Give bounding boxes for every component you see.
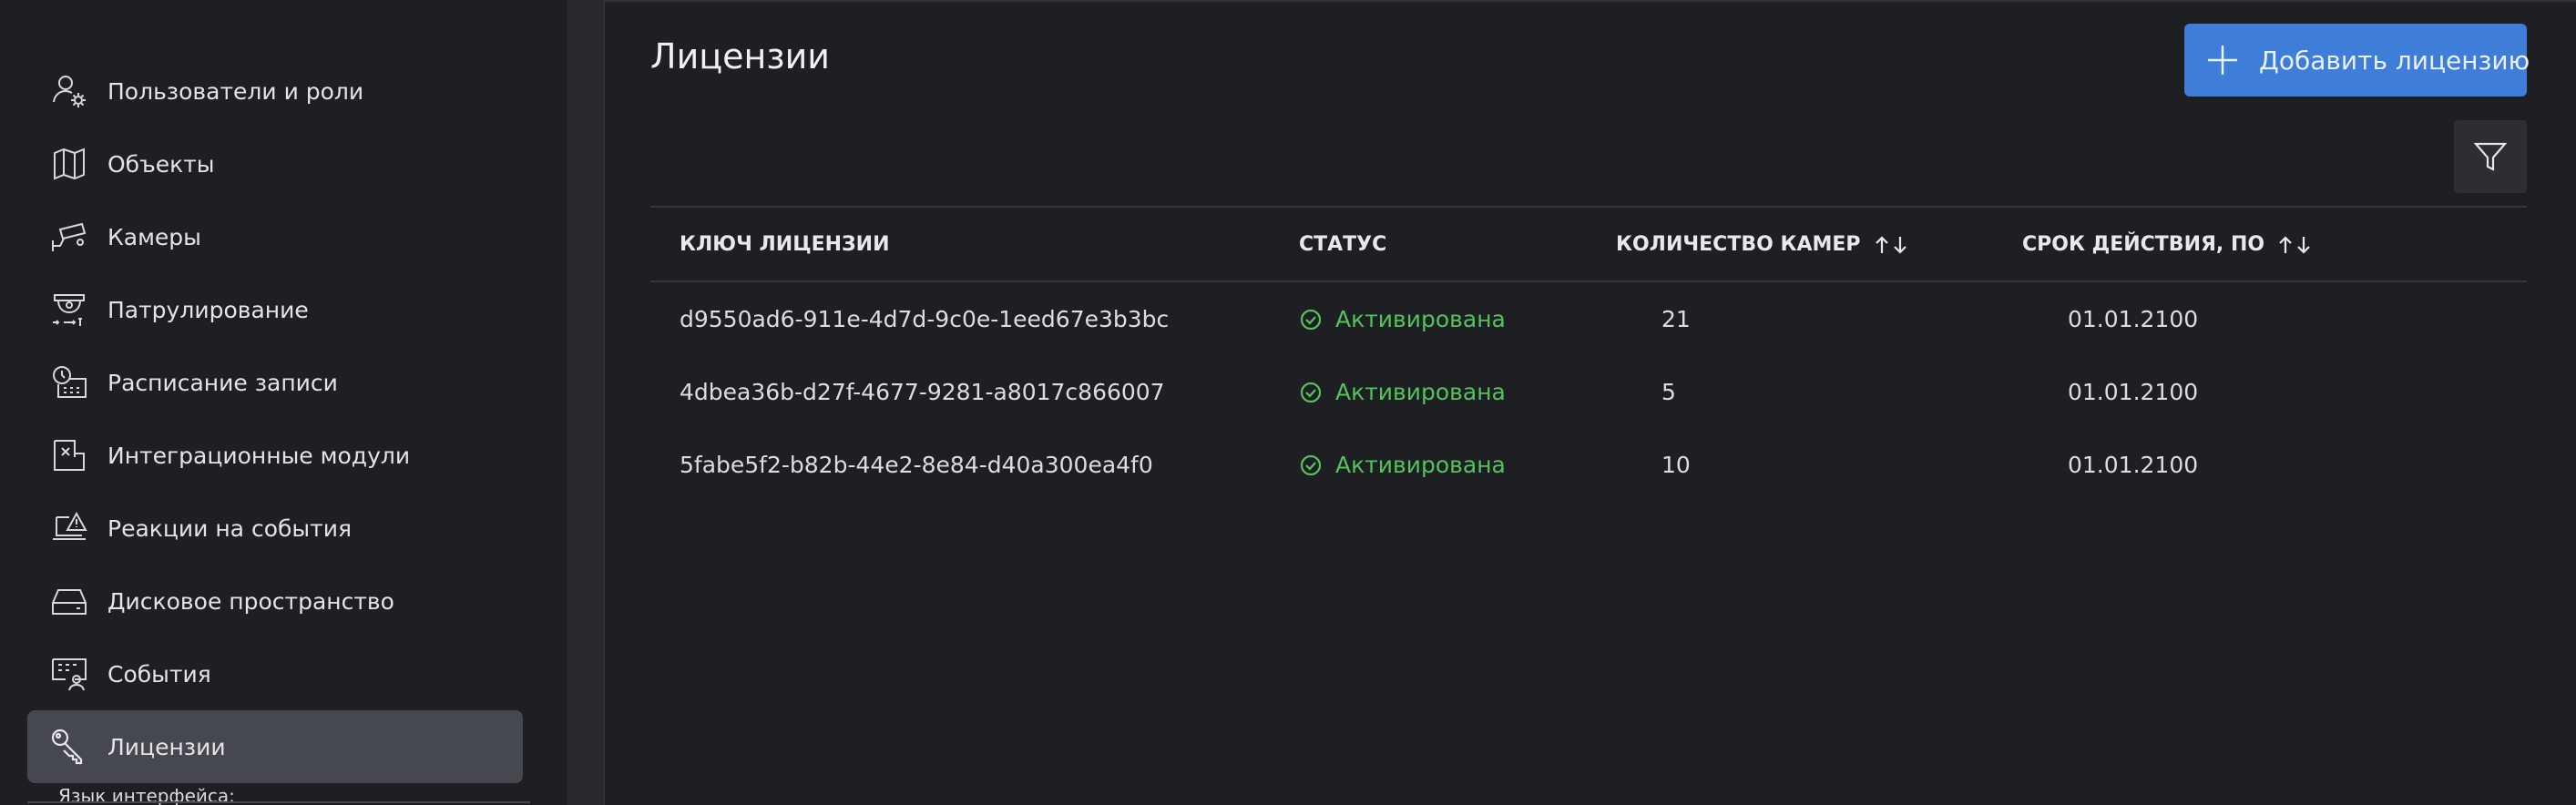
column-header-expires[interactable]: СРОК ДЕЙСТВИЯ, ПО xyxy=(2022,233,2312,256)
sidebar-item-label: Интеграционные модули xyxy=(107,442,411,469)
license-key-cell: 5fabe5f2-b82b-44e2-8e84-d40a300ea4f0 xyxy=(680,452,1153,478)
table-row[interactable]: d9550ad6-911e-4d7d-9c0e-1eed67e3b3bc Акт… xyxy=(650,284,2527,357)
language-select-border[interactable] xyxy=(27,801,530,803)
sidebar-item-label: События xyxy=(107,660,211,688)
column-header-status: СТАТУС xyxy=(1299,233,1386,256)
table-top-divider xyxy=(650,206,2527,208)
sidebar-item-label: Лицензии xyxy=(107,733,226,760)
sidebar-item-licenses[interactable]: Лицензии xyxy=(27,710,523,783)
sidebar: Пользователи и роли Объекты Камеры Патру… xyxy=(0,0,567,805)
check-circle-icon xyxy=(1300,309,1322,330)
filter-button[interactable] xyxy=(2454,120,2527,193)
camera-count-cell: 10 xyxy=(1661,452,1691,478)
status-cell: Активирована xyxy=(1299,452,1506,478)
disk-icon xyxy=(49,581,89,621)
table-header-divider xyxy=(650,280,2527,282)
column-header-label: СРОК ДЕЙСТВИЯ, ПО xyxy=(2022,233,2265,256)
check-circle-icon xyxy=(1300,454,1322,475)
status-cell: Активирована xyxy=(1299,306,1506,332)
sidebar-item-patrol[interactable]: Патрулирование xyxy=(27,273,523,346)
main-panel: Лицензии Добавить лицензию КЛЮЧ ЛИЦЕНЗИИ… xyxy=(603,0,2576,805)
camera-icon xyxy=(49,217,89,257)
status-text: Активирована xyxy=(1335,452,1506,478)
sidebar-item-label: Камеры xyxy=(107,223,201,250)
check-circle-icon xyxy=(1300,382,1322,402)
table-row[interactable]: 4dbea36b-d27f-4677-9281-a8017c866007 Акт… xyxy=(650,357,2527,430)
sidebar-item-objects[interactable]: Объекты xyxy=(27,127,523,200)
sort-arrows-icon[interactable] xyxy=(1874,235,1908,255)
sidebar-item-event-reactions[interactable]: Реакции на события xyxy=(27,492,523,565)
sidebar-item-events[interactable]: События xyxy=(27,637,523,710)
plus-icon xyxy=(2204,42,2241,78)
column-header-key: КЛЮЧ ЛИЦЕНЗИИ xyxy=(680,233,890,256)
events-icon xyxy=(49,654,89,694)
users-roles-icon xyxy=(49,71,89,111)
expires-cell: 01.01.2100 xyxy=(2068,452,2199,478)
column-header-label: КОЛИЧЕСТВО КАМЕР xyxy=(1616,233,1861,256)
schedule-icon xyxy=(49,362,89,402)
sidebar-gutter xyxy=(567,0,603,805)
add-license-button[interactable]: Добавить лицензию xyxy=(2184,24,2530,97)
sort-arrows-icon[interactable] xyxy=(2277,235,2312,255)
key-icon xyxy=(49,727,89,767)
sidebar-item-label: Расписание записи xyxy=(107,369,338,396)
expires-cell: 01.01.2100 xyxy=(2068,379,2199,405)
sidebar-item-label: Патрулирование xyxy=(107,296,309,323)
sidebar-item-cameras[interactable]: Камеры xyxy=(27,200,523,273)
sidebar-item-label: Реакции на события xyxy=(107,515,352,542)
table-row[interactable]: 5fabe5f2-b82b-44e2-8e84-d40a300ea4f0 Акт… xyxy=(650,430,2527,503)
camera-count-cell: 21 xyxy=(1661,306,1691,332)
event-reaction-icon xyxy=(49,508,89,548)
patrol-icon xyxy=(49,290,89,330)
integration-icon xyxy=(49,435,89,475)
status-text: Активирована xyxy=(1335,379,1506,405)
expires-cell: 01.01.2100 xyxy=(2068,306,2199,332)
column-header-label: КЛЮЧ ЛИЦЕНЗИИ xyxy=(680,233,890,256)
app-root: Пользователи и роли Объекты Камеры Патру… xyxy=(0,0,2576,805)
sidebar-item-integration-modules[interactable]: Интеграционные модули xyxy=(27,419,523,492)
status-cell: Активирована xyxy=(1299,379,1506,405)
sidebar-item-label: Пользователи и роли xyxy=(107,77,364,105)
license-key-cell: d9550ad6-911e-4d7d-9c0e-1eed67e3b3bc xyxy=(680,306,1170,332)
camera-count-cell: 5 xyxy=(1661,379,1676,405)
sidebar-item-label: Дисковое пространство xyxy=(107,587,394,615)
column-header-label: СТАТУС xyxy=(1299,233,1387,256)
sidebar-item-disk-space[interactable]: Дисковое пространство xyxy=(27,565,523,637)
objects-map-icon xyxy=(49,144,89,184)
page-title: Лицензии xyxy=(650,36,830,76)
add-license-button-label: Добавить лицензию xyxy=(2259,45,2530,76)
filter-icon xyxy=(2472,138,2509,175)
status-text: Активирована xyxy=(1335,306,1506,332)
sidebar-item-record-schedule[interactable]: Расписание записи xyxy=(27,346,523,419)
sidebar-item-label: Объекты xyxy=(107,150,215,178)
sidebar-item-users-roles[interactable]: Пользователи и роли xyxy=(27,55,523,127)
license-key-cell: 4dbea36b-d27f-4677-9281-a8017c866007 xyxy=(680,379,1165,405)
column-header-cameras[interactable]: КОЛИЧЕСТВО КАМЕР xyxy=(1616,233,1908,256)
